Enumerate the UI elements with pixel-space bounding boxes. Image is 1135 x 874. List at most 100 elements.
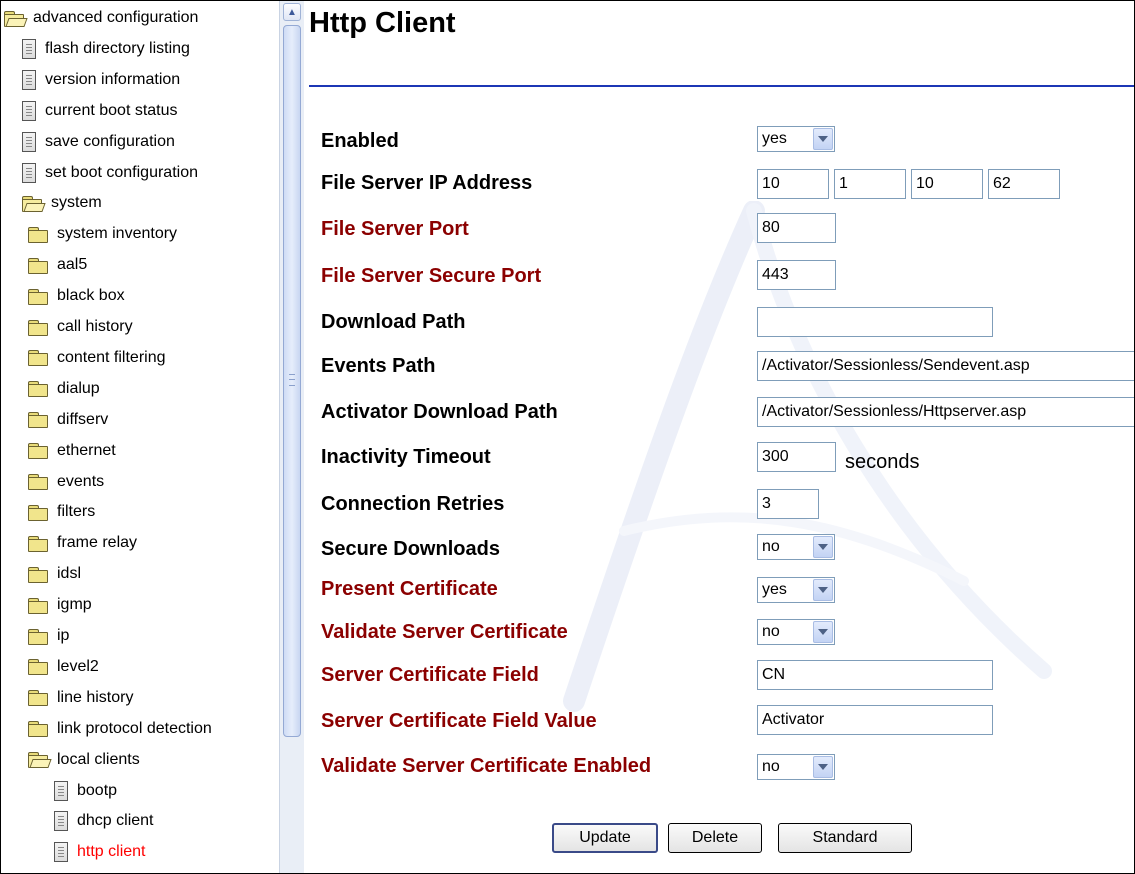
- tree-item-label: frame relay: [57, 534, 138, 552]
- chevron-down-icon[interactable]: [813, 579, 833, 601]
- validate-server-certificate-select[interactable]: no: [757, 619, 835, 645]
- folder-icon: [28, 412, 48, 429]
- tree-item[interactable]: local clients: [28, 745, 140, 775]
- validate-server-certificate-label: Validate Server Certificate: [321, 621, 568, 643]
- file-server-ip-label: File Server IP Address: [321, 172, 533, 194]
- secure-downloads-select[interactable]: no: [757, 534, 835, 560]
- folder-icon: [28, 288, 48, 305]
- tree-item[interactable]: aal5: [28, 250, 87, 280]
- validate-server-certificate-enabled-select[interactable]: no: [757, 754, 835, 780]
- tree-item-label: bootp: [77, 781, 118, 799]
- tree-item[interactable]: save configuration: [22, 127, 175, 157]
- tree-item[interactable]: current boot status: [22, 96, 178, 126]
- folder-open-icon: [28, 752, 52, 769]
- events-path-label: Events Path: [321, 355, 436, 377]
- tree-item-label: set boot configuration: [45, 163, 198, 181]
- tree-item[interactable]: filters: [28, 497, 95, 527]
- server-certificate-field-value-label: Server Certificate Field Value: [321, 710, 597, 732]
- document-icon: [22, 38, 36, 59]
- tree-item[interactable]: dhcp client: [54, 806, 154, 836]
- enabled-select[interactable]: yes: [757, 126, 835, 152]
- tree-item-label: current boot status: [45, 101, 178, 119]
- file-server-secure-port-label: File Server Secure Port: [321, 265, 542, 287]
- folder-icon: [28, 350, 48, 367]
- folder-icon: [28, 381, 48, 398]
- present-certificate-select[interactable]: yes: [757, 577, 835, 603]
- tree-item-label: ethernet: [57, 441, 116, 459]
- events-path-input[interactable]: [757, 351, 1134, 381]
- ip-octet-4-input[interactable]: [988, 169, 1060, 199]
- inactivity-timeout-input[interactable]: [757, 442, 836, 472]
- ip-octet-1-input[interactable]: [757, 169, 829, 199]
- standard-button[interactable]: Standard: [778, 823, 912, 853]
- tree-item-label: link protocol detection: [57, 719, 212, 737]
- tree-item[interactable]: ethernet: [28, 436, 116, 466]
- enabled-select-value: yes: [762, 130, 787, 147]
- activator-download-path-input[interactable]: [757, 397, 1134, 427]
- update-button[interactable]: Update: [552, 823, 658, 853]
- tree-item[interactable]: version information: [22, 65, 180, 95]
- tree-item[interactable]: frame relay: [28, 528, 137, 558]
- tree-item[interactable]: http client: [54, 837, 145, 867]
- tree-item[interactable]: diffserv: [28, 405, 108, 435]
- tree-item-label: advanced configuration: [33, 9, 199, 26]
- tree-item[interactable]: advanced configuration: [4, 3, 198, 33]
- tree-scrollbar[interactable]: ▲: [279, 1, 304, 873]
- folder-icon: [28, 535, 48, 552]
- document-icon: [22, 100, 36, 121]
- chevron-down-icon[interactable]: [813, 621, 833, 643]
- tree-item[interactable]: line history: [28, 683, 133, 713]
- file-server-port-input[interactable]: [757, 213, 836, 243]
- file-server-secure-port-input[interactable]: [757, 260, 836, 290]
- download-path-input[interactable]: [757, 307, 993, 337]
- tree-item[interactable]: events: [28, 467, 104, 497]
- tree-item[interactable]: bootp: [54, 776, 117, 806]
- ip-octet-3-input[interactable]: [911, 169, 983, 199]
- folder-icon: [28, 443, 48, 460]
- folder-icon: [28, 628, 48, 645]
- tree-item[interactable]: level2: [28, 652, 99, 682]
- inactivity-timeout-label: Inactivity Timeout: [321, 446, 491, 468]
- tree-item[interactable]: call history: [28, 312, 133, 342]
- ip-octet-2-input[interactable]: [834, 169, 906, 199]
- tree-item-label: line history: [57, 688, 134, 706]
- tree-item-label: dhcp client: [77, 812, 154, 830]
- tree-item[interactable]: ip: [28, 621, 69, 651]
- folder-icon: [28, 257, 48, 274]
- scroll-up-arrow-icon[interactable]: ▲: [283, 3, 301, 21]
- document-icon: [22, 162, 36, 183]
- tree-item[interactable]: igmp: [28, 590, 92, 620]
- chevron-down-icon[interactable]: [813, 756, 833, 778]
- tree-item[interactable]: flash directory listing: [22, 34, 190, 64]
- content-pane: Http Client Enabled yes File Server IP A…: [304, 1, 1134, 873]
- tree-item[interactable]: set boot configuration: [22, 158, 198, 188]
- tree-item[interactable]: content filtering: [28, 343, 166, 373]
- chevron-down-icon[interactable]: [813, 128, 833, 150]
- folder-icon: [28, 597, 48, 614]
- server-certificate-field-label: Server Certificate Field: [321, 664, 539, 686]
- folder-icon: [28, 504, 48, 521]
- tree-item-label: black box: [57, 287, 125, 305]
- tree-item[interactable]: link protocol detection: [28, 714, 212, 744]
- validate-server-certificate-enabled-select-value: no: [762, 758, 780, 775]
- tree-item-label: version information: [45, 70, 181, 88]
- tree-item[interactable]: idsl: [28, 559, 81, 589]
- tree-item[interactable]: system inventory: [28, 219, 177, 249]
- server-certificate-field-input[interactable]: [757, 660, 993, 690]
- server-certificate-field-value-input[interactable]: [757, 705, 993, 735]
- tree-item-label: local clients: [57, 750, 140, 768]
- connection-retries-input[interactable]: [757, 489, 819, 519]
- secure-downloads-label: Secure Downloads: [321, 538, 500, 560]
- tree-item[interactable]: black box: [28, 281, 125, 311]
- tree-item[interactable]: system: [22, 188, 102, 218]
- title-divider: [309, 85, 1134, 87]
- tree-item[interactable]: dialup: [28, 374, 100, 404]
- tree-item-label: save configuration: [45, 132, 175, 150]
- chevron-down-icon[interactable]: [813, 536, 833, 558]
- document-icon: [54, 780, 68, 801]
- folder-icon: [28, 226, 48, 243]
- tree-item-label: filters: [57, 503, 96, 521]
- navigation-tree: advanced configuration flash directory li…: [1, 1, 279, 873]
- scrollbar-thumb[interactable]: [283, 25, 301, 737]
- delete-button[interactable]: Delete: [668, 823, 762, 853]
